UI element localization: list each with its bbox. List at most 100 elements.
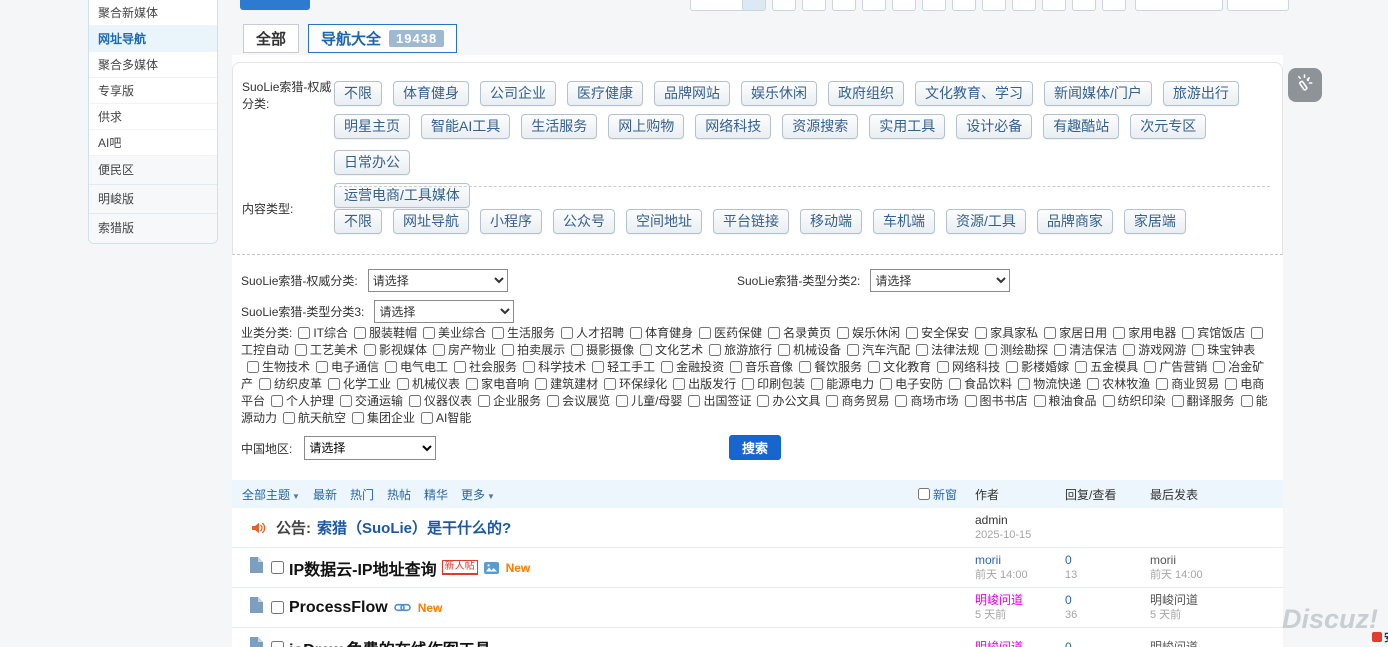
authority-category-pill[interactable]: 不限 [334,81,382,106]
industry-checkbox[interactable] [1213,361,1225,373]
industry-checkbox[interactable] [397,378,409,390]
industry-checkbox[interactable] [1006,361,1018,373]
sidebar-item-0[interactable]: 聚合新媒体 [89,0,217,26]
sidebar-item-8[interactable]: 索猎版 [89,214,217,243]
industry-checkbox[interactable] [837,327,849,339]
industry-checkbox[interactable] [1144,361,1156,373]
announcement-title-link[interactable]: 索猎（SuoLie）是干什么的? [317,517,511,538]
thread-lastpost-author[interactable]: morii [1150,553,1273,568]
industry-checkbox[interactable] [916,344,928,356]
industry-checkbox[interactable] [847,344,859,356]
industry-checkbox[interactable] [283,412,295,424]
search-button[interactable]: 搜索 [729,435,781,460]
industry-checkbox[interactable] [1241,395,1253,407]
toolbar-button-partial[interactable] [1012,0,1036,11]
content-type-pill[interactable]: 移动端 [800,209,862,234]
authority-category-pill[interactable]: 实用工具 [869,114,945,139]
type2-select[interactable]: 请选择 [870,269,1010,292]
industry-checkbox[interactable] [965,395,977,407]
toolbar-button-partial[interactable] [832,0,856,11]
industry-checkbox[interactable] [547,395,559,407]
content-type-pill[interactable]: 公众号 [553,209,615,234]
industry-checkbox[interactable] [340,395,352,407]
industry-checkbox[interactable] [1087,378,1099,390]
authority-category-pill[interactable]: 旅游出行 [1163,81,1239,106]
industry-checkbox[interactable] [975,327,987,339]
industry-checkbox[interactable] [454,361,466,373]
toolbar-button-partial[interactable] [1042,0,1066,11]
authority-category-pill[interactable]: 日常办公 [334,150,410,175]
industry-checkbox[interactable] [295,344,307,356]
industry-checkbox[interactable] [247,361,259,373]
authority-category-pill[interactable]: 政府组织 [828,81,904,106]
thread-filter-3[interactable]: 热帖 [387,486,411,503]
industry-checkbox[interactable] [1225,378,1237,390]
industry-checkbox[interactable] [1156,378,1168,390]
thread-select-checkbox[interactable] [271,561,284,574]
industry-checkbox[interactable] [316,361,328,373]
toolbar-button-partial[interactable] [742,0,766,11]
sidebar-item-1[interactable]: 网址导航 [89,26,217,52]
industry-checkbox[interactable] [271,395,283,407]
thread-filter-1[interactable]: 最新 [313,486,337,503]
industry-checkbox[interactable] [1075,361,1087,373]
industry-checkbox[interactable] [1192,344,1204,356]
industry-checkbox[interactable] [1251,327,1263,339]
industry-checkbox[interactable] [571,344,583,356]
authority-category-pill[interactable]: 生活服务 [521,114,597,139]
thread-replies-count[interactable]: 0 [1065,593,1150,608]
industry-checkbox[interactable] [906,327,918,339]
industry-checkbox[interactable] [523,361,535,373]
thread-select-checkbox[interactable] [271,641,284,647]
thread-filter-0[interactable]: 全部主题▼ [242,486,300,503]
industry-checkbox[interactable] [985,344,997,356]
authority-category-pill[interactable]: 次元专区 [1130,114,1206,139]
industry-checkbox[interactable] [826,395,838,407]
authority-category-pill[interactable]: 有趣酷站 [1043,114,1119,139]
content-type-pill[interactable]: 资源/工具 [946,209,1026,234]
authority-category-pill[interactable]: 品牌网站 [654,81,730,106]
industry-checkbox[interactable] [730,361,742,373]
thread-lastpost-author[interactable]: 明峻问道 [1150,593,1273,608]
authority-category-pill[interactable]: 智能AI工具 [421,114,510,139]
industry-checkbox[interactable] [561,327,573,339]
toolbar-button-partial[interactable] [862,0,886,11]
authority-category-pill[interactable]: 明星主页 [334,114,410,139]
tab-nav-directory[interactable]: 导航大全 19438 [308,24,457,53]
industry-checkbox[interactable] [880,378,892,390]
industry-checkbox[interactable] [1182,327,1194,339]
toolbar-button-partial[interactable] [772,0,796,11]
thread-replies-count[interactable]: 0 [1065,553,1150,568]
sidebar-item-7[interactable]: 明峻版 [89,185,217,214]
thread-select-checkbox[interactable] [271,601,284,614]
authority-category-pill[interactable]: 文化教育、学习 [915,81,1033,106]
toolbar-button-partial[interactable] [802,0,826,11]
authority-category-pill[interactable]: 新闻媒体/门户 [1044,81,1152,106]
toolbar-button-partial[interactable] [690,0,750,11]
authority-category-pill[interactable]: 资源搜索 [782,114,858,139]
industry-checkbox[interactable] [1103,395,1115,407]
authority-category-pill[interactable]: 设计必备 [956,114,1032,139]
industry-checkbox[interactable] [742,378,754,390]
industry-checkbox[interactable] [385,361,397,373]
industry-checkbox[interactable] [799,361,811,373]
industry-checkbox[interactable] [661,361,673,373]
post-button-partial[interactable] [240,0,310,10]
authority-category-pill[interactable]: 网络科技 [695,114,771,139]
industry-checkbox[interactable] [502,344,514,356]
toolbar-button-partial[interactable] [892,0,916,11]
industry-checkbox[interactable] [352,412,364,424]
thread-author-link[interactable]: 明峻问道 [975,593,1065,608]
sidebar-item-4[interactable]: 供求 [89,104,217,130]
industry-checkbox[interactable] [466,378,478,390]
authority-category-pill[interactable]: 医疗健康 [567,81,643,106]
industry-checkbox[interactable] [433,344,445,356]
thread-title-link[interactable]: ProcessFlow [289,599,388,617]
industry-checkbox[interactable] [811,378,823,390]
industry-checkbox[interactable] [1018,378,1030,390]
industry-checkbox[interactable] [298,327,310,339]
content-type-pill[interactable]: 网址导航 [393,209,469,234]
industry-checkbox[interactable] [1054,344,1066,356]
thread-author-link[interactable]: 明峻问道 [975,640,1065,647]
industry-checkbox[interactable] [421,412,433,424]
